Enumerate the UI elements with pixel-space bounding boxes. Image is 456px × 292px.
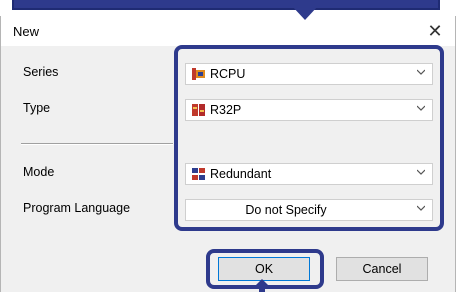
cancel-button[interactable]: Cancel bbox=[336, 257, 428, 281]
mode-label: Mode bbox=[23, 165, 55, 179]
separator bbox=[21, 143, 173, 145]
title-bar: New ✕ bbox=[1, 16, 455, 46]
arrow-down-icon bbox=[292, 0, 318, 20]
close-icon[interactable]: ✕ bbox=[423, 19, 447, 43]
dialog-title: New bbox=[13, 24, 40, 39]
arrow-up-icon bbox=[252, 279, 272, 292]
new-project-dialog: New ✕ Series RCPU Type R32P Mode Redunda… bbox=[0, 16, 456, 292]
fields-highlight-frame bbox=[174, 45, 444, 231]
series-label: Series bbox=[23, 65, 59, 79]
type-label: Type bbox=[23, 101, 51, 115]
ok-button[interactable]: OK bbox=[218, 257, 310, 281]
top-callout-bar bbox=[12, 0, 440, 10]
program-language-label: Program Language bbox=[23, 201, 131, 215]
